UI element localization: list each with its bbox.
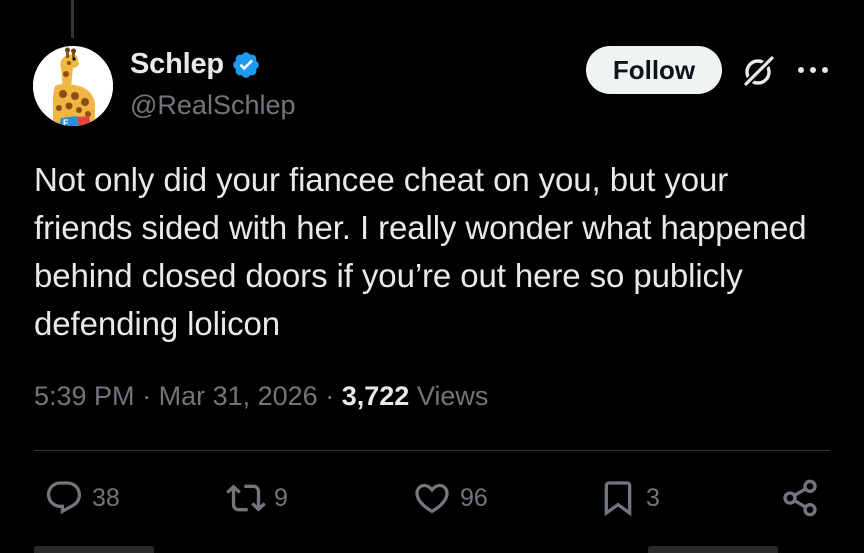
share-icon bbox=[783, 479, 817, 517]
giraffe-avatar-icon: F bbox=[33, 46, 113, 126]
repost-icon bbox=[226, 484, 266, 512]
grok-icon[interactable] bbox=[740, 54, 776, 90]
tweet-time[interactable]: 5:39 PM bbox=[34, 381, 135, 411]
thread-connector-line bbox=[71, 0, 74, 38]
author-name-row: Schlep bbox=[130, 48, 261, 81]
reply-count: 38 bbox=[92, 483, 120, 512]
like-button[interactable]: 96 bbox=[412, 478, 488, 518]
share-button[interactable] bbox=[780, 478, 820, 518]
more-options-icon[interactable] bbox=[796, 62, 830, 78]
heart-icon bbox=[415, 483, 449, 514]
meta-separator: · bbox=[325, 381, 335, 411]
author-handle[interactable]: @RealSchlep bbox=[130, 90, 296, 121]
avatar[interactable]: F bbox=[33, 46, 113, 126]
like-count: 96 bbox=[460, 483, 488, 512]
svg-text:F: F bbox=[63, 118, 69, 126]
repost-button[interactable]: 9 bbox=[226, 478, 288, 518]
tweet-meta: 5:39 PM · Mar 31, 2026 · 3,722 Views bbox=[34, 381, 488, 412]
views-label: Views bbox=[416, 381, 489, 411]
author-display-name[interactable]: Schlep bbox=[130, 48, 224, 81]
tweet-text: Not only did your fiancee cheat on you, … bbox=[34, 161, 807, 342]
divider bbox=[34, 450, 830, 451]
reply-button[interactable]: 38 bbox=[44, 478, 120, 518]
bookmark-button[interactable]: 3 bbox=[598, 478, 660, 518]
bookmark-icon bbox=[604, 481, 632, 517]
reply-icon bbox=[46, 481, 82, 515]
meta-separator: · bbox=[142, 381, 152, 411]
verified-badge-icon bbox=[233, 51, 259, 78]
follow-button[interactable]: Follow bbox=[586, 46, 722, 94]
views-count[interactable]: 3,722 bbox=[342, 381, 410, 411]
bookmark-count: 3 bbox=[646, 483, 660, 512]
tweet-date[interactable]: Mar 31, 2026 bbox=[159, 381, 318, 411]
next-section-cutoff bbox=[648, 546, 778, 553]
next-section-cutoff bbox=[34, 546, 154, 553]
repost-count: 9 bbox=[274, 483, 288, 512]
